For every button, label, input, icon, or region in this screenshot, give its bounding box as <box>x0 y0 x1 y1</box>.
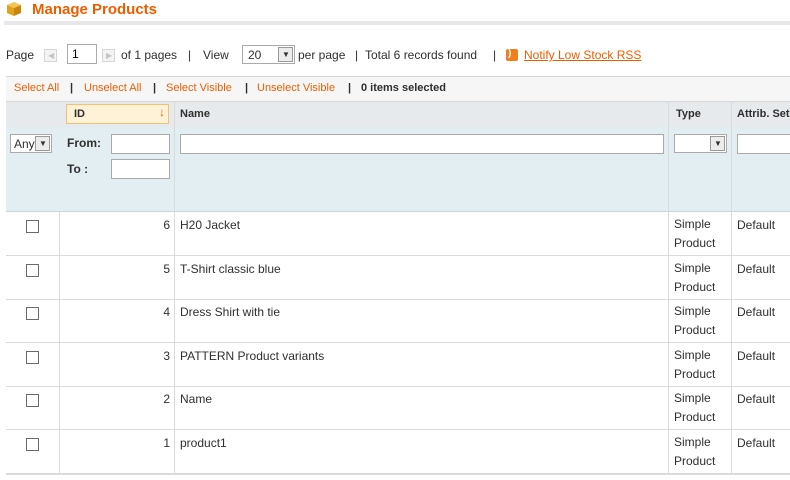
title-divider <box>4 21 790 25</box>
page-count: of 1 pages <box>121 48 178 62</box>
cell-attrib-set: Default <box>737 435 776 450</box>
per-page-select[interactable]: 20 ▼ <box>242 45 295 64</box>
page-title: Manage Products <box>32 1 158 18</box>
rss-icon: ) <box>506 48 518 61</box>
cell-attrib-set: Default <box>737 305 776 319</box>
massaction-bar: Select All | Unselect All | Select Visib… <box>6 76 790 102</box>
box-icon <box>7 2 21 16</box>
massaction-separator: | <box>245 82 249 94</box>
arrow-right-icon: ▶ <box>106 51 113 60</box>
massaction-filter-value: Any <box>14 137 35 151</box>
prev-page-button[interactable]: ◀ <box>44 49 57 62</box>
notify-low-stock-rss-link[interactable]: Notify Low Stock RSS <box>524 48 641 62</box>
massaction-separator: | <box>153 82 157 94</box>
cell-attrib-set: Default <box>737 261 776 276</box>
pager-separator: | <box>188 48 192 62</box>
per-page-label: per page <box>298 48 346 62</box>
attrib-set-filter-input[interactable] <box>737 134 790 154</box>
pager: Page ◀ ▶ of 1 pages | View 20 ▼ per page… <box>6 44 790 68</box>
cell-attrib-set: Default <box>737 348 776 363</box>
massaction-separator: | <box>70 82 74 94</box>
massaction-filter-select[interactable]: Any ▼ <box>10 134 52 153</box>
cell-attrib-set: Default <box>737 218 776 232</box>
pager-separator: | <box>493 48 497 62</box>
select-all-link[interactable]: Select All <box>14 82 59 94</box>
column-divider <box>59 102 175 474</box>
chevron-down-icon: ▼ <box>282 50 290 59</box>
next-page-button[interactable]: ▶ <box>102 49 115 62</box>
page-label: Page <box>6 48 35 62</box>
chevron-down-icon: ▼ <box>39 139 47 148</box>
column-divider <box>174 102 669 474</box>
page-input[interactable] <box>67 44 97 64</box>
column-divider <box>668 102 732 474</box>
arrow-left-icon: ◀ <box>48 51 55 60</box>
unselect-visible-link[interactable]: Unselect Visible <box>257 82 335 94</box>
dropdown-button[interactable]: ▼ <box>35 136 50 151</box>
cell-attrib-set: Default <box>737 392 776 406</box>
total-records: Total 6 records found <box>365 48 478 62</box>
column-header-attrib-set[interactable]: Attrib. Set <box>737 108 790 120</box>
column-divider <box>6 212 60 474</box>
pager-separator: | <box>355 48 359 62</box>
view-label: View <box>203 48 229 62</box>
dropdown-button[interactable]: ▼ <box>278 47 293 62</box>
select-visible-link[interactable]: Select Visible <box>166 82 232 94</box>
per-page-value: 20 <box>248 48 262 62</box>
massaction-separator: | <box>348 82 352 94</box>
products-grid: ID ↓ Name Type Attrib. Set Any ▼ From: T… <box>6 102 790 475</box>
items-selected-count: 0 items selected <box>361 82 446 94</box>
unselect-all-link[interactable]: Unselect All <box>84 82 141 94</box>
